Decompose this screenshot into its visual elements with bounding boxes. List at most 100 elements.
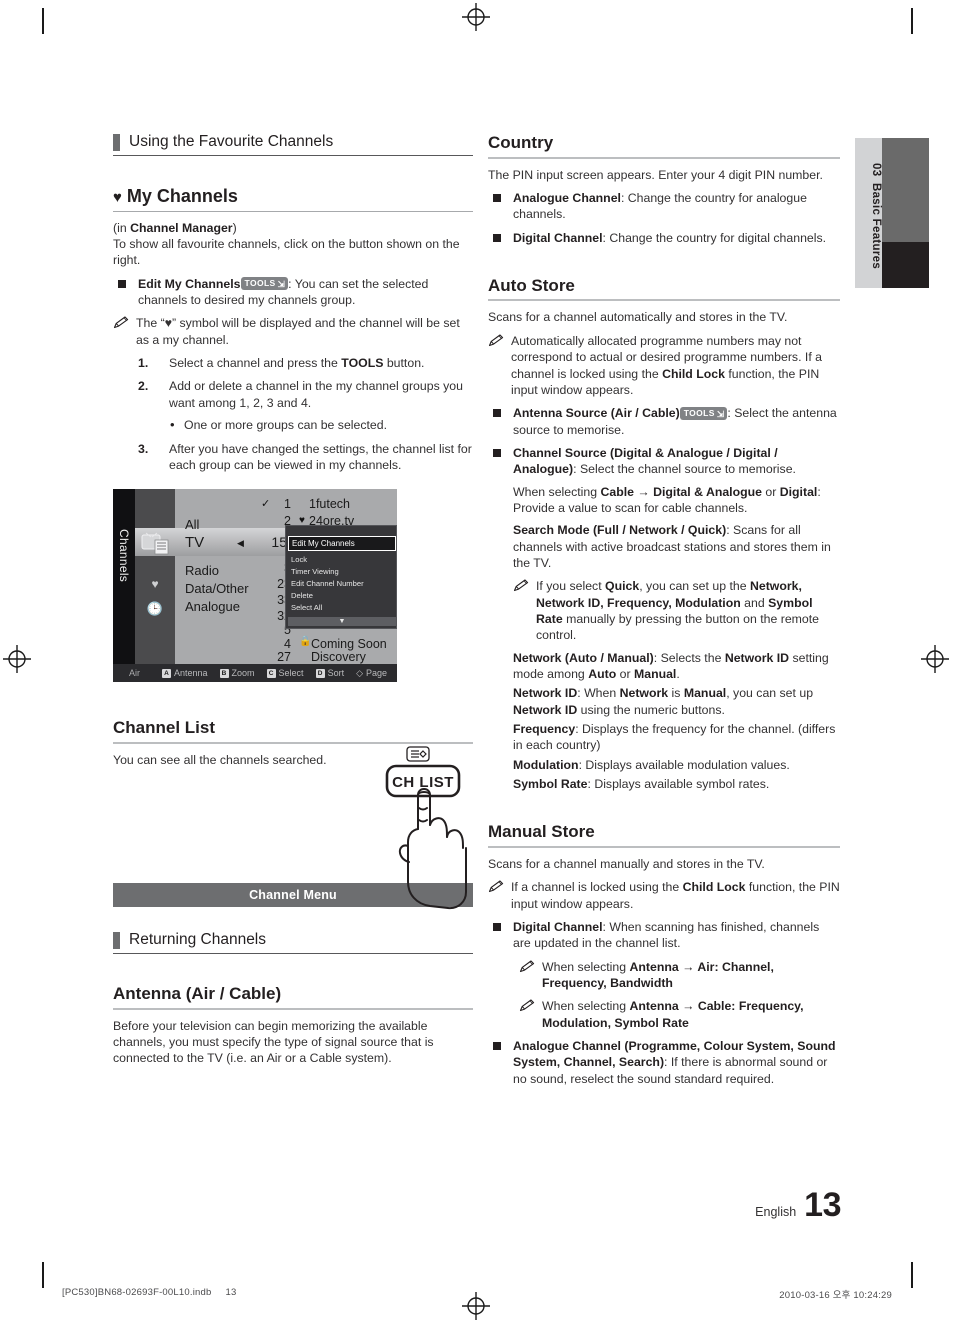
network-mid3: or xyxy=(616,667,634,681)
heading-auto-store: Auto Store xyxy=(488,276,840,302)
ch-list-small-icon xyxy=(406,746,430,762)
osd-group-radio[interactable]: Radio xyxy=(185,563,219,578)
context-menu-item-edit-my-channels[interactable]: Edit My Channels xyxy=(288,536,396,552)
note-antenna-air: When selecting Antenna → Air: Channel, F… xyxy=(519,959,840,992)
subtitle-prefix: (in xyxy=(113,220,131,235)
note-auto-store-child-lock: Child Lock xyxy=(662,366,725,381)
key-c-icon: C xyxy=(266,668,276,678)
context-menu-scroll-down-icon[interactable]: ▼ xyxy=(288,617,396,627)
auto-store-frequency: Frequency: Displays the frequency for th… xyxy=(488,721,840,754)
crop-mark-bottom-left xyxy=(42,1262,44,1288)
osd-button-page[interactable]: ◇ Page xyxy=(356,668,387,679)
tv-category-icon xyxy=(141,531,169,559)
recently-viewed-clock-icon: 🕒 xyxy=(146,601,164,617)
network-label: Network (Auto / Manual) xyxy=(513,650,654,665)
cable-note-a: When selecting xyxy=(542,999,630,1014)
chapter-side-tab: 03 Basic Features xyxy=(855,138,929,288)
bullet-digital-channel-manual-label: Digital Channel xyxy=(513,919,603,934)
print-file-page: 13 xyxy=(225,1287,237,1298)
context-menu-item-lock[interactable]: Lock xyxy=(291,555,307,565)
bullet-edit-my-channels-label: Edit My Channels xyxy=(138,276,241,291)
bullet-analogue-channel-manual: Analogue Channel (Programme, Colour Syst… xyxy=(488,1038,840,1087)
osd-channel-number-4: 4 xyxy=(284,637,291,652)
heading-manual-store: Manual Store xyxy=(488,822,840,848)
auto-store-cable-line: When selecting Cable → Digital & Analogu… xyxy=(488,484,840,517)
osd-channel-number-15: 15 xyxy=(271,534,287,551)
modulation-text: : Displays available modulation values. xyxy=(578,757,790,772)
left-column: Using the Favourite Channels ♥ My Channel… xyxy=(113,133,473,1067)
manual-note-child-lock: Child Lock xyxy=(682,880,746,895)
step-3-text: After you have changed the settings, the… xyxy=(169,441,472,472)
step-2: 2. Add or delete a channel in the my chan… xyxy=(138,378,473,411)
quick-note-e: and xyxy=(740,595,769,610)
step-1-text-bold: TOOLS xyxy=(341,356,384,371)
step-1-text-pre: Select a channel and press the xyxy=(169,356,342,371)
crop-mark-bottom-right xyxy=(911,1262,913,1288)
osd-channel-number-27: 27 xyxy=(277,650,291,665)
my-channels-intro: To show all favourite channels, click on… xyxy=(113,237,460,268)
netid-mid3: , you can set up xyxy=(726,686,814,701)
osd-button-antenna[interactable]: A Antenna xyxy=(162,668,208,678)
bullet-edit-my-channels: Edit My Channels TOOLS ⇲: You can set the … xyxy=(113,276,473,309)
side-tab-text: 03 Basic Features xyxy=(855,138,882,288)
print-file-reference: [PC530]BN68-02693F-00L10.indb 13 xyxy=(62,1287,236,1298)
osd-group-data-other[interactable]: Data/Other xyxy=(185,581,249,596)
osd-channel-name-1futech: 1futech xyxy=(309,497,351,512)
page-diamond-icon: ◇ xyxy=(356,667,363,678)
osd-group-tv[interactable]: TV xyxy=(185,534,204,551)
bullet-channel-source: Channel Source (Digital & Analogue / Dig… xyxy=(488,445,840,478)
osd-channel-number-1: 1 xyxy=(284,497,291,512)
crop-mark-top-right xyxy=(911,8,913,34)
osd-group-left-arrow-icon: ◀ xyxy=(237,538,244,549)
my-channels-subtitle: (in Channel Manager) xyxy=(113,220,473,236)
osd-rail-label: Channels xyxy=(117,528,131,582)
cable-line-b: Cable → Digital & Analogue xyxy=(600,484,762,499)
tools-badge-icon: TOOLS ⇲ xyxy=(679,406,728,420)
subtitle-bold: Channel Manager xyxy=(130,220,233,235)
pencil-note-icon xyxy=(113,316,129,333)
step-1: 1. Select a channel and press the TOOLS b… xyxy=(138,355,473,371)
note-auto-store-programme-numbers: Automatically allocated programme number… xyxy=(488,333,840,398)
context-menu-item-delete[interactable]: Delete xyxy=(291,591,313,601)
manual-note-a: If a channel is locked using the xyxy=(511,880,683,895)
bullet-digital-channel-country-text: : Change the country for digital channel… xyxy=(602,230,827,245)
osd-button-zoom[interactable]: B Zoom xyxy=(219,668,255,678)
netid-mid: : When xyxy=(577,686,620,701)
quick-note-a: If you select xyxy=(536,579,606,594)
network-mid: : Selects the xyxy=(653,650,725,665)
netid-end: using the numeric buttons. xyxy=(577,702,725,717)
pencil-note-icon xyxy=(513,579,529,596)
symbolrate-text: : Displays available symbol rates. xyxy=(587,777,770,792)
heart-icon: ♥ xyxy=(113,189,122,207)
note-antenna-cable: When selecting Antenna → Cable: Frequenc… xyxy=(519,998,840,1031)
print-run-footer: [PC530]BN68-02693F-00L10.indb 13 2010-03-… xyxy=(0,1287,954,1303)
antenna-text: Before your television can begin memoriz… xyxy=(113,1018,434,1066)
country-intro: The PIN input screen appears. Enter your… xyxy=(488,167,823,182)
network-bold4: Manual xyxy=(633,667,677,681)
auto-store-modulation: Modulation: Displays available modulatio… xyxy=(488,757,840,773)
favourites-heart-icon: ♥ xyxy=(151,577,159,592)
osd-group-all[interactable]: All xyxy=(185,517,199,532)
step-2-number: 2. xyxy=(138,379,149,394)
osd-button-select[interactable]: C Select xyxy=(266,668,304,679)
tools-badge-icon: TOOLS ⇲ xyxy=(240,277,289,291)
print-file-name: [PC530]BN68-02693F-00L10.indb xyxy=(62,1287,212,1298)
osd-button-select-label: Select xyxy=(278,668,304,679)
my-channels-title: My Channels xyxy=(126,186,238,207)
auto-store-network: Network (Auto / Manual): Selects the Net… xyxy=(488,650,840,683)
context-menu-item-timer-viewing[interactable]: Timer Viewing xyxy=(291,567,339,577)
pencil-note-icon xyxy=(488,334,504,351)
side-tab-label: Basic Features xyxy=(870,183,882,270)
osd-group-analogue[interactable]: Analogue xyxy=(185,599,240,614)
heading-country: Country xyxy=(488,133,840,159)
context-menu-item-edit-channel-number[interactable]: Edit Channel Number xyxy=(291,579,364,589)
osd-button-sort[interactable]: D Sort xyxy=(315,668,344,678)
osd-channel-name-discovery: Discovery xyxy=(311,650,366,665)
tools-badge-text: TOOLS xyxy=(244,278,276,289)
registration-mark-right xyxy=(921,645,949,673)
substep-groups: One or more groups can be selected. xyxy=(170,416,473,434)
bullet-analogue-channel-country-label: Analogue Channel xyxy=(513,190,621,205)
pencil-note-icon xyxy=(519,999,535,1016)
context-menu-item-select-all[interactable]: Select All xyxy=(291,603,322,613)
heading-channel-list: Channel List xyxy=(113,718,473,744)
